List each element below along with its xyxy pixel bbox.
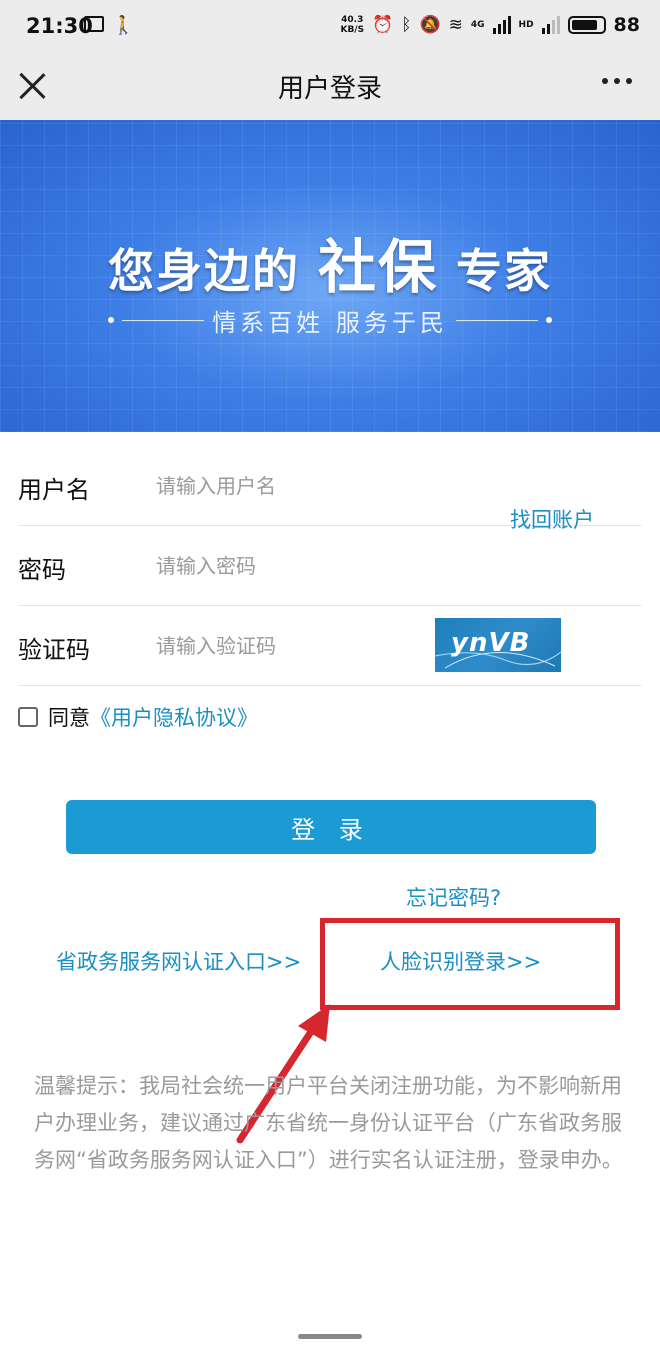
notice-text: 温馨提示：我局社会统一用户平台关闭注册功能，为不影响新用户办理业务，建议通过广东… — [34, 1074, 623, 1172]
home-indicator[interactable] — [298, 1334, 362, 1339]
